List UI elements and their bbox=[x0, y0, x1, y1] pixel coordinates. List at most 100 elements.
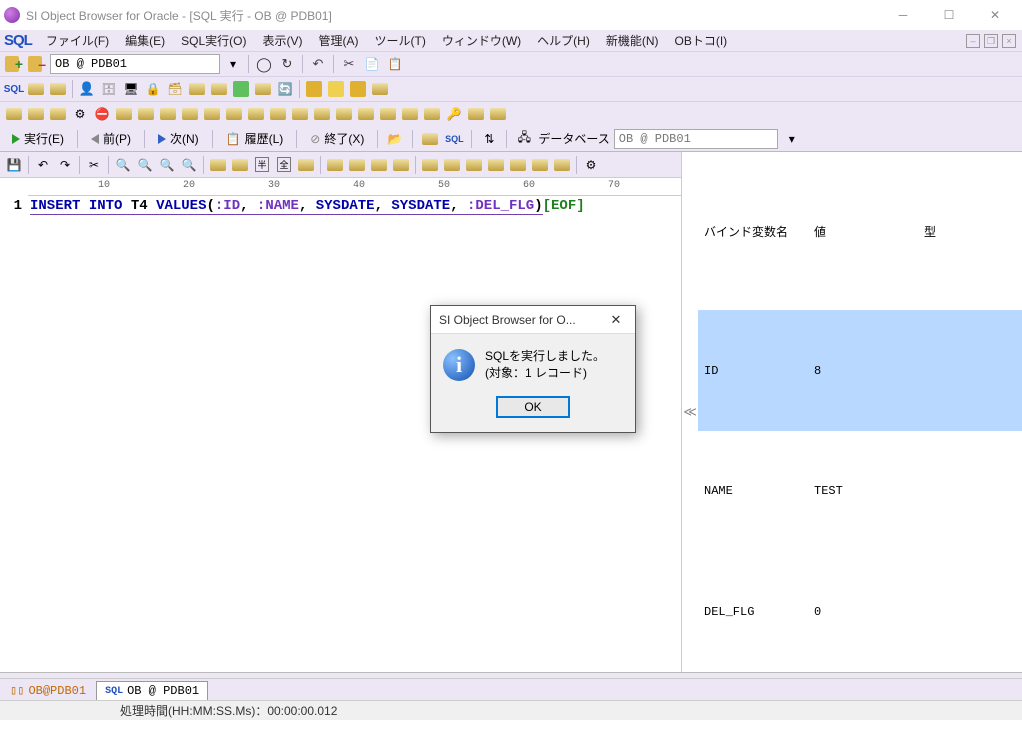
refresh-arrow-button[interactable]: ↻ bbox=[277, 54, 297, 74]
tb-btn-6[interactable] bbox=[253, 79, 273, 99]
history-button[interactable]: 📋履歴(L) bbox=[220, 128, 290, 149]
ed-6[interactable] bbox=[325, 155, 345, 175]
ed-3[interactable]: 半 bbox=[252, 155, 272, 175]
lock-icon[interactable]: 🔒 bbox=[143, 79, 163, 99]
db-selector[interactable] bbox=[50, 54, 220, 74]
ed-12[interactable] bbox=[464, 155, 484, 175]
user-icon[interactable]: 👤 bbox=[77, 79, 97, 99]
tb3-15[interactable] bbox=[312, 104, 332, 124]
menu-new[interactable]: 新機能(N) bbox=[598, 30, 667, 51]
db-dropdown-button[interactable]: ▾ bbox=[223, 54, 243, 74]
server-icon[interactable]: 🖥 bbox=[121, 79, 141, 99]
copy-button[interactable]: 📄 bbox=[362, 54, 382, 74]
tb3-13[interactable] bbox=[268, 104, 288, 124]
open-folder-button[interactable]: 📂 bbox=[385, 129, 405, 149]
find-3[interactable]: 🔍 bbox=[157, 155, 177, 175]
collapse-button[interactable]: ≪ bbox=[682, 152, 698, 672]
tb-btn-1[interactable] bbox=[26, 79, 46, 99]
tb3-11[interactable] bbox=[224, 104, 244, 124]
tb3-19[interactable] bbox=[400, 104, 420, 124]
ok-button[interactable]: OK bbox=[496, 396, 570, 418]
ed-11[interactable] bbox=[442, 155, 462, 175]
find-4[interactable]: 🔍 bbox=[179, 155, 199, 175]
tb-btn-11[interactable] bbox=[370, 79, 390, 99]
tb3-10[interactable] bbox=[202, 104, 222, 124]
ed-13[interactable] bbox=[486, 155, 506, 175]
sql-icon[interactable]: SQL bbox=[4, 79, 24, 99]
tab-connection[interactable]: ▯▯ OB@PDB01 bbox=[2, 681, 94, 700]
menu-view[interactable]: 表示(V) bbox=[255, 30, 311, 51]
tb-btn-3[interactable] bbox=[187, 79, 207, 99]
menu-sqlexec[interactable]: SQL実行(O) bbox=[173, 30, 254, 51]
tb3-14[interactable] bbox=[290, 104, 310, 124]
mdi-controls[interactable]: –❐× bbox=[964, 33, 1018, 48]
tb-btn-2[interactable] bbox=[48, 79, 68, 99]
ed-1[interactable] bbox=[208, 155, 228, 175]
menu-help[interactable]: ヘルプ(H) bbox=[529, 30, 598, 51]
bind-row[interactable]: ID8 bbox=[698, 310, 1022, 431]
tb3-12[interactable] bbox=[246, 104, 266, 124]
db-exec-selector[interactable] bbox=[614, 129, 778, 149]
undo-edit[interactable]: ↶ bbox=[33, 155, 53, 175]
tb3-8[interactable] bbox=[158, 104, 178, 124]
find-2[interactable]: 🔍 bbox=[135, 155, 155, 175]
menu-file[interactable]: ファイル(F) bbox=[38, 30, 117, 51]
tb3-1[interactable] bbox=[4, 104, 24, 124]
tb3-3[interactable] bbox=[48, 104, 68, 124]
bind-row[interactable]: NAMETEST bbox=[698, 431, 1022, 552]
tb3-6[interactable] bbox=[114, 104, 134, 124]
cut-edit[interactable]: ✂ bbox=[84, 155, 104, 175]
ed-5[interactable] bbox=[296, 155, 316, 175]
ed-2[interactable] bbox=[230, 155, 250, 175]
tb3-4[interactable]: ⚙ bbox=[70, 104, 90, 124]
cut-button[interactable]: ✂ bbox=[339, 54, 359, 74]
exec-tb-4[interactable]: 🖧 bbox=[514, 129, 534, 149]
menu-obtoko[interactable]: OBトコ(I) bbox=[667, 30, 736, 51]
exec-tb-3[interactable]: ⇅ bbox=[479, 129, 499, 149]
tb3-7[interactable] bbox=[136, 104, 156, 124]
menu-edit[interactable]: 編集(E) bbox=[117, 30, 173, 51]
menu-window[interactable]: ウィンドウ(W) bbox=[434, 30, 529, 51]
tb3-9[interactable] bbox=[180, 104, 200, 124]
find-1[interactable]: 🔍 bbox=[113, 155, 133, 175]
tab-sql-editor[interactable]: SQL OB @ PDB01 bbox=[96, 681, 208, 700]
tb-btn-9[interactable] bbox=[326, 79, 346, 99]
tb-btn-4[interactable] bbox=[209, 79, 229, 99]
tb-btn-5[interactable] bbox=[231, 79, 251, 99]
disconnect-db-button[interactable]: – bbox=[27, 54, 47, 74]
db-icon[interactable]: 🗄 bbox=[99, 79, 119, 99]
ed-4[interactable]: 全 bbox=[274, 155, 294, 175]
tb3-22[interactable] bbox=[466, 104, 486, 124]
exec-tb-1[interactable] bbox=[420, 129, 440, 149]
exec-tb-2[interactable]: SQL bbox=[444, 129, 464, 149]
tb-btn-8[interactable] bbox=[304, 79, 324, 99]
tb3-2[interactable] bbox=[26, 104, 46, 124]
ed-7[interactable] bbox=[347, 155, 367, 175]
tb3-20[interactable] bbox=[422, 104, 442, 124]
save-button[interactable]: 💾 bbox=[4, 155, 24, 175]
ed-14[interactable] bbox=[508, 155, 528, 175]
close-button[interactable]: ✕ bbox=[972, 0, 1018, 30]
tb3-5[interactable]: ⛔ bbox=[92, 104, 112, 124]
tb3-23[interactable] bbox=[488, 104, 508, 124]
refresh-button[interactable]: ◯ bbox=[254, 54, 274, 74]
maximize-button[interactable]: ☐ bbox=[926, 0, 972, 30]
next-button[interactable]: 次(N) bbox=[152, 128, 205, 149]
tb3-18[interactable] bbox=[378, 104, 398, 124]
connect-db-button[interactable]: + bbox=[4, 54, 24, 74]
undo-button[interactable]: ↶ bbox=[308, 54, 328, 74]
redo-edit[interactable]: ↷ bbox=[55, 155, 75, 175]
tb3-21[interactable]: 🔑 bbox=[444, 104, 464, 124]
ed-8[interactable] bbox=[369, 155, 389, 175]
tb-btn-7[interactable]: 🔄 bbox=[275, 79, 295, 99]
tb3-16[interactable] bbox=[334, 104, 354, 124]
paste-button[interactable]: 📋 bbox=[385, 54, 405, 74]
ed-16[interactable] bbox=[552, 155, 572, 175]
menu-tools[interactable]: ツール(T) bbox=[367, 30, 434, 51]
disk-icon[interactable]: 🗃 bbox=[165, 79, 185, 99]
menu-admin[interactable]: 管理(A) bbox=[311, 30, 367, 51]
run-button[interactable]: 実行(E) bbox=[6, 128, 70, 149]
gear-edit[interactable]: ⚙ bbox=[581, 155, 601, 175]
minimize-button[interactable]: ─ bbox=[880, 0, 926, 30]
sql-code[interactable]: INSERT INTO T4 VALUES(:ID, :NAME, SYSDAT… bbox=[28, 196, 681, 672]
